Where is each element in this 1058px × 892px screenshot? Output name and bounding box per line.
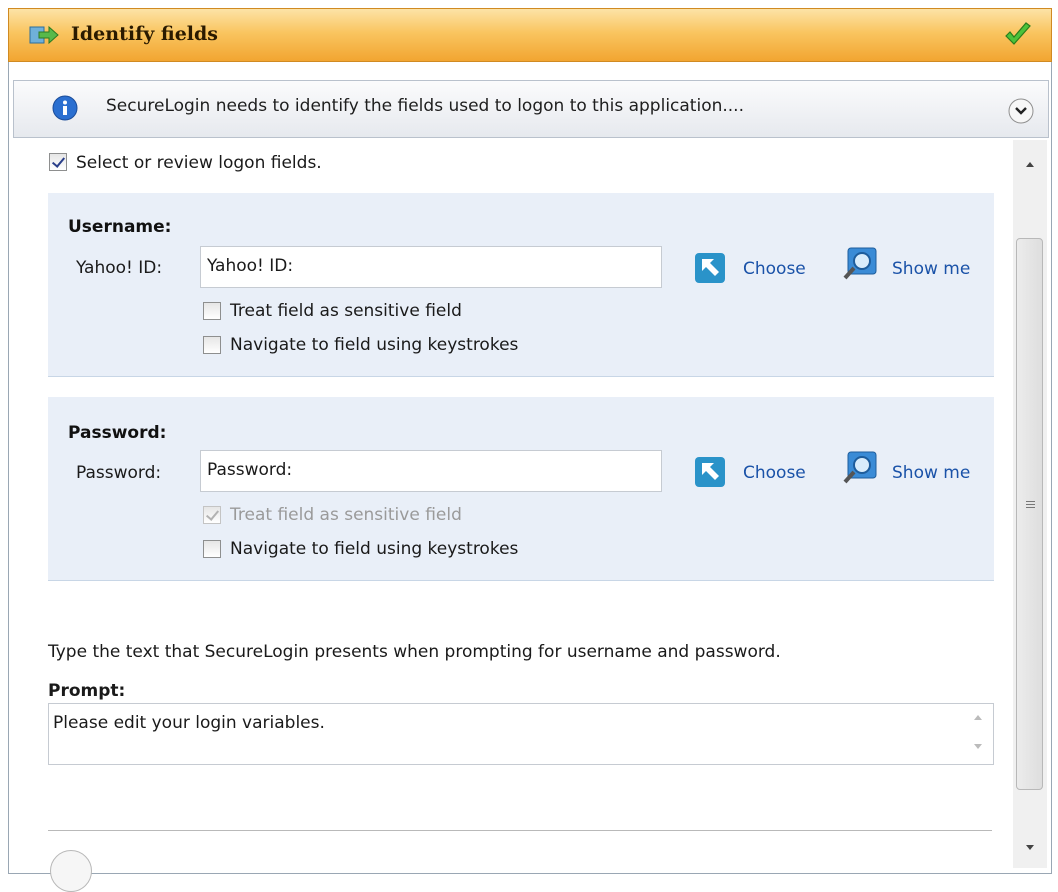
- title-text: Identify fields: [71, 23, 218, 45]
- select-review-checkbox[interactable]: [49, 153, 67, 171]
- magnifier-icon[interactable]: [842, 246, 878, 282]
- chevron-down-icon[interactable]: [1008, 98, 1034, 124]
- username-sensitive-label: Treat field as sensitive field: [230, 301, 462, 321]
- arrow-right-icon: [29, 25, 59, 45]
- password-show-link[interactable]: Show me: [892, 463, 970, 483]
- password-navigate-label: Navigate to field using keystrokes: [230, 539, 519, 559]
- prompt-scrollbar[interactable]: [963, 704, 993, 764]
- scroll-down-icon[interactable]: [1013, 836, 1047, 860]
- title-bar: Identify fields: [8, 8, 1052, 62]
- magnifier-icon[interactable]: [842, 450, 878, 486]
- vertical-scrollbar[interactable]: [1013, 140, 1047, 868]
- grip-icon: [1026, 501, 1035, 510]
- prompt-text: Please edit your login variables.: [53, 713, 325, 733]
- username-field-input[interactable]: Yahoo! ID:: [200, 246, 662, 288]
- choose-arrow-icon[interactable]: [694, 252, 726, 284]
- username-section: Username: Yahoo! ID: Yahoo! ID: Choose S…: [48, 193, 994, 377]
- prompt-textarea[interactable]: Please edit your login variables.: [48, 703, 994, 765]
- username-sensitive-checkbox[interactable]: [203, 302, 221, 320]
- select-review-label: Select or review logon fields.: [76, 153, 322, 173]
- check-icon: [1005, 22, 1031, 45]
- expand-circle-icon[interactable]: [50, 850, 92, 892]
- scroll-up-icon[interactable]: [1013, 152, 1047, 176]
- password-navigate-checkbox[interactable]: [203, 540, 221, 558]
- password-sensitive-label: Treat field as sensitive field: [230, 505, 462, 525]
- username-field-label: Yahoo! ID:: [76, 258, 163, 278]
- prompt-heading: Prompt:: [48, 681, 126, 701]
- username-navigate-label: Navigate to field using keystrokes: [230, 335, 519, 355]
- scroll-up-icon[interactable]: [971, 712, 985, 722]
- username-choose-link[interactable]: Choose: [743, 259, 806, 279]
- password-sensitive-checkbox: [203, 506, 221, 524]
- username-show-link[interactable]: Show me: [892, 259, 970, 279]
- info-icon: [52, 95, 78, 121]
- prompt-instruction: Type the text that SecureLogin presents …: [48, 642, 781, 662]
- choose-arrow-icon[interactable]: [694, 456, 726, 488]
- scroll-thumb[interactable]: [1016, 238, 1043, 790]
- password-field-label: Password:: [76, 463, 162, 483]
- username-heading: Username:: [68, 217, 172, 237]
- password-field-input[interactable]: Password:: [200, 450, 662, 492]
- password-heading: Password:: [68, 423, 167, 443]
- scroll-down-icon[interactable]: [971, 742, 985, 752]
- password-section: Password: Password: Password: Choose Sho…: [48, 397, 994, 581]
- info-message: SecureLogin needs to identify the fields…: [106, 96, 744, 116]
- username-navigate-checkbox[interactable]: [203, 336, 221, 354]
- info-bar: SecureLogin needs to identify the fields…: [13, 80, 1049, 138]
- password-choose-link[interactable]: Choose: [743, 463, 806, 483]
- section-divider: [48, 830, 992, 831]
